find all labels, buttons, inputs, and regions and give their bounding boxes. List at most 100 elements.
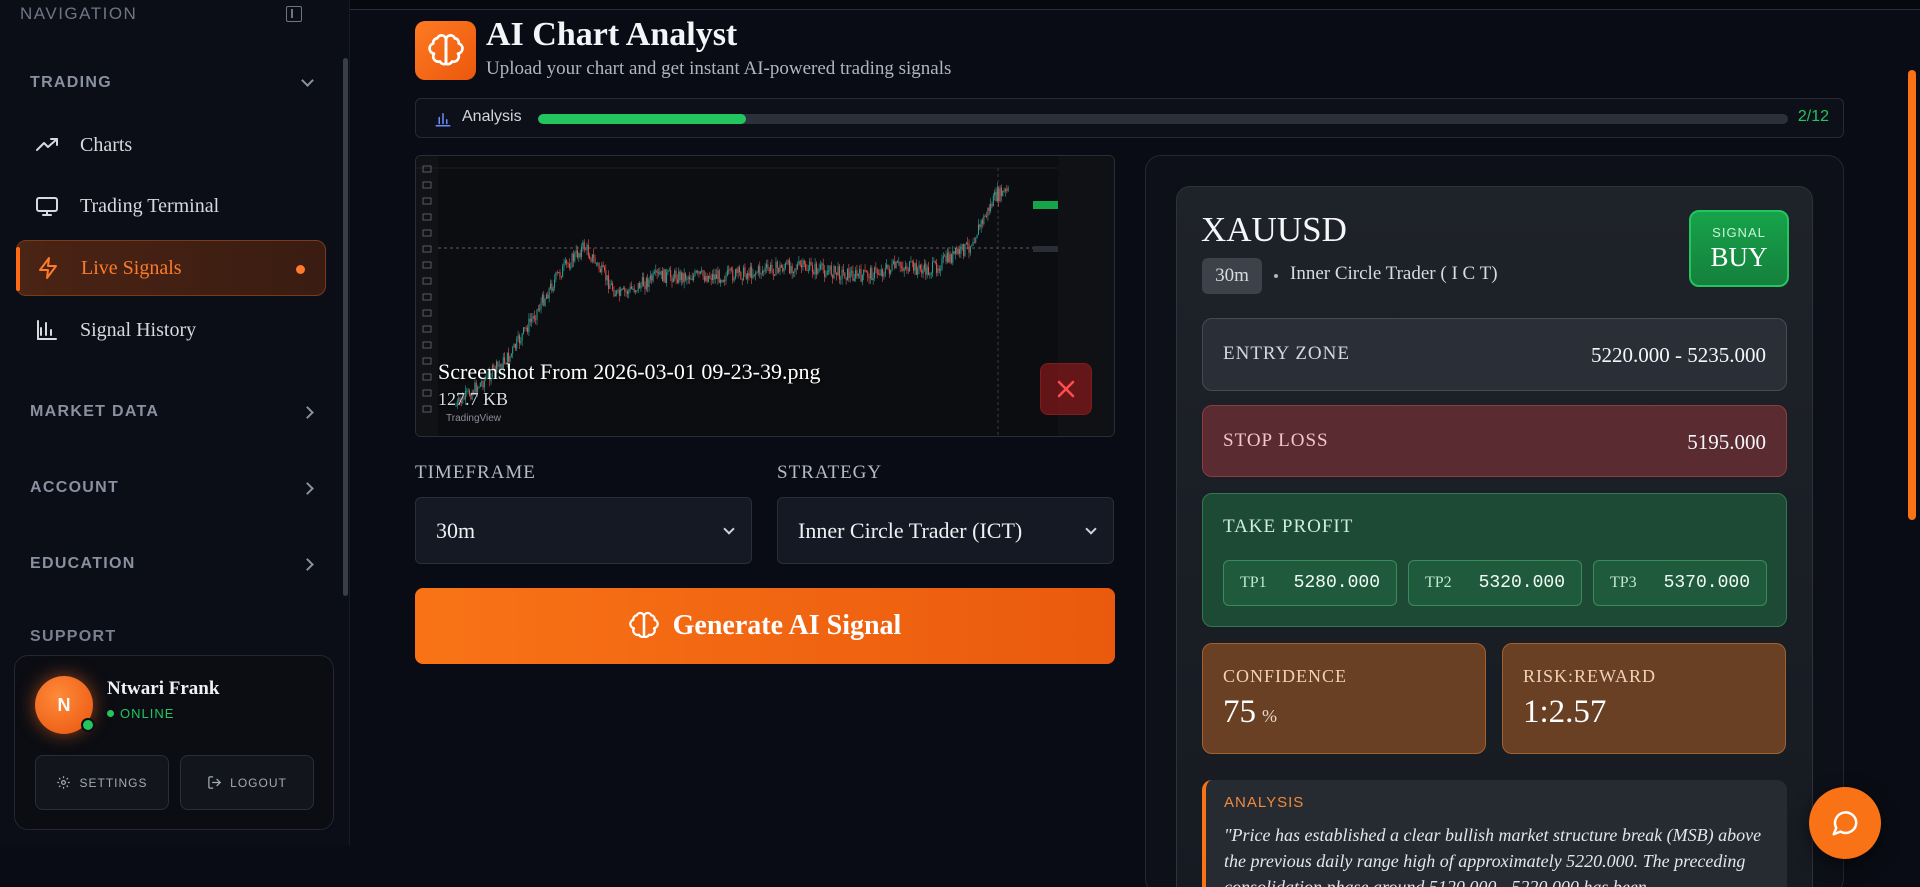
preview-candle-body bbox=[923, 263, 925, 270]
uploaded-chart-preview[interactable]: Screenshot From 2026-03-01 09-23-39.png … bbox=[415, 155, 1115, 437]
preview-candle-body bbox=[960, 245, 962, 254]
preview-candle-body bbox=[585, 249, 587, 251]
tp-name: TP3 bbox=[1610, 574, 1637, 591]
preview-candle-body bbox=[698, 271, 700, 274]
tp-value: 5320.000 bbox=[1478, 573, 1565, 593]
preview-candle-body bbox=[705, 276, 707, 281]
uploaded-file-size: 127.7 KB bbox=[438, 389, 509, 409]
preview-candle-body bbox=[860, 268, 862, 282]
sidebar-scrollbar[interactable] bbox=[343, 58, 348, 596]
preview-candle-body bbox=[652, 272, 654, 281]
preview-candle-body bbox=[541, 294, 543, 303]
timeframe-select[interactable]: 30m bbox=[415, 497, 752, 564]
preview-candle-body bbox=[837, 266, 839, 276]
take-profit-label: TAKE PROFIT bbox=[1223, 516, 1354, 537]
preview-candle-body bbox=[736, 269, 738, 273]
preview-candle-body bbox=[755, 272, 757, 276]
sidebar-item-trading-terminal[interactable]: Trading Terminal bbox=[16, 178, 326, 234]
entry-zone-row: ENTRY ZONE 5220.000 - 5235.000 bbox=[1202, 318, 1787, 391]
page-scrollbar[interactable] bbox=[1908, 70, 1916, 520]
progress-label: Analysis bbox=[462, 108, 522, 125]
preview-candle-body bbox=[572, 253, 574, 262]
analysis-progress: Analysis 2/12 bbox=[415, 98, 1844, 138]
generate-signal-button[interactable]: Generate AI Signal bbox=[415, 588, 1115, 664]
preview-candle-body bbox=[952, 251, 954, 263]
strategy-select[interactable]: Inner Circle Trader (ICT) bbox=[777, 497, 1114, 564]
preview-candle-body bbox=[651, 275, 653, 281]
preview-candle-body bbox=[778, 267, 780, 272]
preview-candle-body bbox=[878, 273, 880, 275]
preview-candle-body bbox=[891, 263, 893, 270]
preview-candle-body bbox=[1003, 190, 1005, 192]
preview-candle-body bbox=[590, 259, 592, 262]
preview-candle-body bbox=[639, 282, 641, 289]
preview-candle-body bbox=[605, 270, 607, 281]
chart-thumbnail bbox=[416, 156, 1114, 436]
preview-candle-body bbox=[720, 280, 722, 283]
preview-candle-body bbox=[637, 282, 639, 291]
preview-candle-body bbox=[844, 272, 846, 279]
preview-candle-body bbox=[577, 250, 578, 258]
sidebar-collapse-icon[interactable] bbox=[286, 6, 302, 22]
sidebar-item-charts[interactable]: Charts bbox=[16, 117, 326, 173]
preview-candle-body bbox=[757, 266, 759, 273]
progress-count: 2/12 bbox=[1797, 108, 1829, 125]
preview-candle-body bbox=[640, 284, 642, 289]
preview-candle-body bbox=[892, 261, 894, 264]
preview-candle-body bbox=[914, 263, 916, 271]
chevron-down-icon bbox=[1085, 523, 1097, 535]
preview-candle-body bbox=[933, 261, 935, 263]
preview-candle-body bbox=[793, 271, 794, 274]
preview-candle-body bbox=[528, 318, 530, 332]
preview-candle-body bbox=[761, 270, 763, 274]
preview-candle-body bbox=[574, 253, 576, 262]
preview-candle-body bbox=[517, 335, 519, 340]
preview-candle-body bbox=[959, 249, 961, 254]
preview-candle-body bbox=[697, 271, 699, 273]
sidebar-item-signal-history[interactable]: Signal History bbox=[16, 302, 326, 358]
preview-candle-body bbox=[801, 264, 803, 268]
preview-candle-body bbox=[1000, 187, 1002, 197]
preview-candle-body bbox=[944, 255, 946, 257]
sidebar-item-live-signals[interactable]: Live Signals bbox=[16, 240, 326, 296]
preview-candle-body bbox=[606, 275, 608, 281]
preview-candle-body bbox=[834, 265, 836, 273]
section-label: MARKET DATA bbox=[30, 403, 160, 420]
preview-candle-body bbox=[791, 266, 793, 274]
preview-candle-body bbox=[903, 268, 905, 271]
section-trading[interactable]: TRADING bbox=[16, 63, 326, 103]
settings-button[interactable]: SETTINGS bbox=[35, 755, 169, 810]
remove-file-button[interactable] bbox=[1040, 363, 1092, 415]
preview-candle-body bbox=[703, 276, 705, 281]
section-education[interactable]: EDUCATION bbox=[16, 544, 326, 584]
timeframe-label: TIMEFRAME bbox=[415, 462, 536, 483]
preview-candle-body bbox=[809, 261, 811, 270]
logout-button[interactable]: LOGOUT bbox=[180, 755, 314, 810]
preview-candle-body bbox=[867, 271, 869, 277]
section-support[interactable]: SUPPORT bbox=[30, 628, 116, 642]
preview-candle-body bbox=[790, 266, 792, 274]
preview-candle-body bbox=[975, 238, 977, 243]
preview-candle-body bbox=[581, 246, 583, 257]
preview-candle-body bbox=[753, 274, 755, 276]
preview-candle-body bbox=[886, 264, 888, 269]
preview-candle-body bbox=[798, 261, 800, 265]
logout-label: LOGOUT bbox=[230, 775, 287, 790]
preview-candle-body bbox=[863, 269, 865, 276]
preview-candle-body bbox=[917, 268, 919, 275]
preview-candle-body bbox=[743, 267, 745, 281]
section-market-data[interactable]: MARKET DATA bbox=[16, 392, 326, 432]
signal-badge-label: SIGNAL bbox=[1712, 224, 1766, 240]
preview-candle-body bbox=[1004, 189, 1006, 192]
preview-candle-body bbox=[602, 265, 604, 268]
preview-candle-body bbox=[729, 268, 731, 271]
section-account[interactable]: ACCOUNT bbox=[16, 468, 326, 508]
preview-candle-body bbox=[797, 264, 799, 269]
chat-button[interactable] bbox=[1809, 787, 1881, 859]
preview-candle-body bbox=[828, 270, 830, 272]
preview-candle-body bbox=[984, 215, 986, 217]
preview-candle-body bbox=[806, 269, 808, 271]
preview-candle-body bbox=[604, 267, 605, 271]
preview-candle-body bbox=[760, 273, 762, 275]
preview-candle-body bbox=[825, 275, 827, 277]
